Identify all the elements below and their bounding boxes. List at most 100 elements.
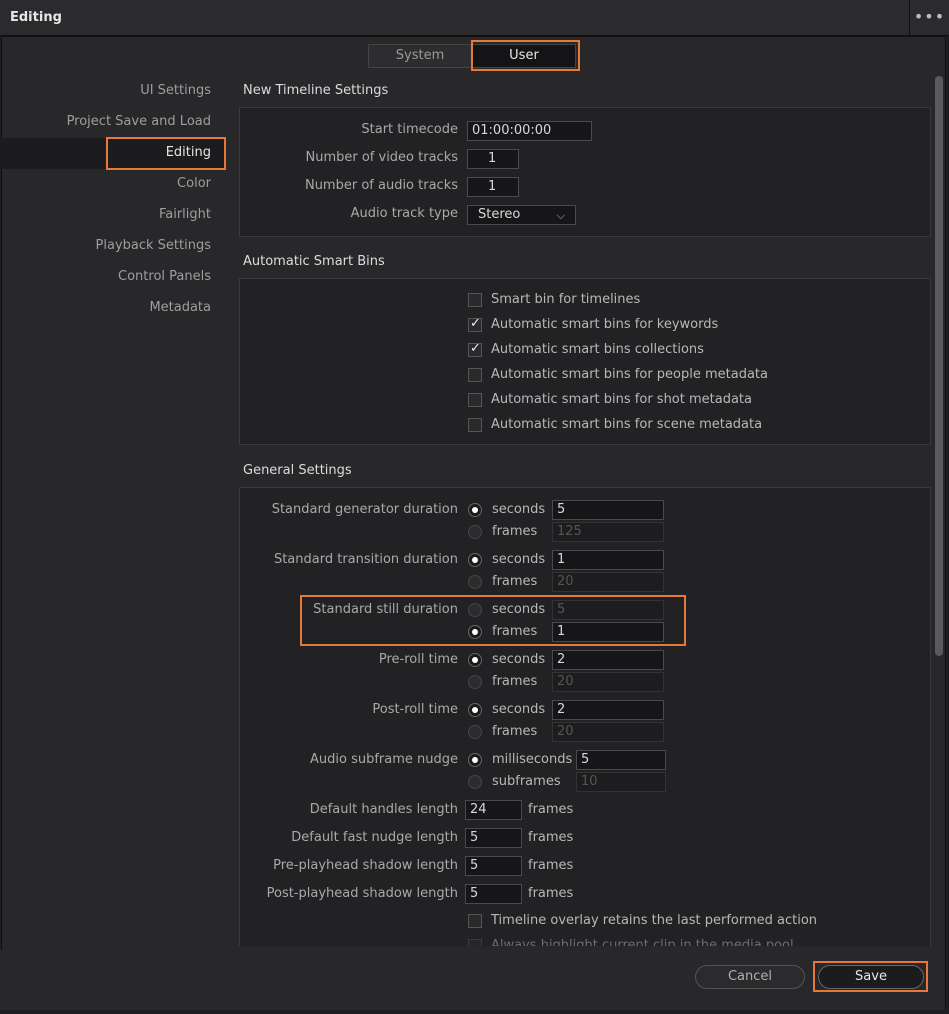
sidebar-item-fairlight[interactable]: Fairlight [0,200,226,231]
highlight-clip-checkbox[interactable] [468,939,482,946]
scrollbar[interactable] [935,76,943,656]
smart-bin-shot-label: Automatic smart bins for shot metadata [491,392,752,407]
generator-frames-radio[interactable] [468,525,482,539]
smart-bin-timelines-checkbox[interactable] [468,293,482,307]
transition-seconds-input[interactable]: 1 [552,550,664,570]
smart-bin-scene-checkbox[interactable] [468,418,482,432]
cancel-button[interactable]: Cancel [695,965,805,989]
sidebar-item-control-panels[interactable]: Control Panels [0,262,226,293]
audio-ms-radio[interactable] [468,753,482,767]
still-seconds-label: seconds [492,602,546,617]
audio-subframes-radio[interactable] [468,775,482,789]
post-playhead-input[interactable]: 5 [465,884,522,904]
postroll-seconds-radio[interactable] [468,703,482,717]
postroll-seconds-input[interactable]: 2 [552,700,664,720]
preroll-seconds-label: seconds [492,652,546,667]
sidebar-item-metadata[interactable]: Metadata [0,293,226,324]
start-timecode-input[interactable]: 01:00:00:00 [467,121,592,141]
preroll-frames-label: frames [492,674,538,689]
audio-tracks-label: Number of audio tracks [304,178,458,193]
save-button[interactable]: Save [818,965,924,989]
generator-seconds-radio[interactable] [468,503,482,517]
preroll-label: Pre-roll time [378,652,458,667]
smart-bin-people-label: Automatic smart bins for people metadata [491,367,768,382]
audio-subframe-label: Audio subframe nudge [309,752,458,767]
postroll-frames-label: frames [492,724,538,739]
postroll-label: Post-roll time [372,702,458,717]
transition-seconds-radio[interactable] [468,553,482,567]
preroll-seconds-input[interactable]: 2 [552,650,664,670]
audio-track-type-label: Audio track type [350,206,458,221]
preroll-seconds-radio[interactable] [468,653,482,667]
pre-playhead-input[interactable]: 5 [465,856,522,876]
pre-playhead-unit: frames [528,858,574,873]
handles-length-unit: frames [528,802,574,817]
postroll-seconds-label: seconds [492,702,546,717]
generator-duration-label: Standard generator duration [271,502,458,517]
fast-nudge-input[interactable]: 5 [465,828,522,848]
settings-content: New Timeline Settings Start timecode 01:… [239,76,931,946]
transition-seconds-label: seconds [492,552,546,567]
tab-system[interactable]: System [368,44,472,68]
chevron-down-icon: ⌵ [556,209,565,222]
transition-duration-label: Standard transition duration [273,552,458,567]
still-duration-label: Standard still duration [313,602,458,617]
highlight-clip-label: Always highlight current clip in the med… [491,938,794,946]
handles-length-input[interactable]: 24 [465,800,522,820]
audio-track-type-select[interactable]: Stereo ⌵ [467,205,576,225]
video-tracks-label: Number of video tracks [305,150,458,165]
smart-bin-shot-checkbox[interactable] [468,393,482,407]
post-playhead-label: Post-playhead shadow length [266,886,458,901]
still-seconds-radio[interactable] [468,603,482,617]
postroll-frames-input[interactable]: 20 [552,722,664,742]
still-frames-radio[interactable] [468,625,482,639]
timeline-overlay-checkbox[interactable] [468,914,482,928]
ellipsis-icon[interactable]: ••• [909,0,949,36]
timeline-overlay-label: Timeline overlay retains the last perfor… [491,913,818,928]
post-playhead-unit: frames [528,886,574,901]
preferences-tabs: System User [368,44,576,68]
smart-bin-scene-label: Automatic smart bins for scene metadata [491,417,763,432]
general-panel: Standard generator duration seconds 5 fr… [239,487,931,946]
transition-frames-label: frames [492,574,538,589]
preroll-frames-input[interactable]: 20 [552,672,664,692]
generator-frames-label: frames [492,524,538,539]
smart-bin-keywords-checkbox[interactable] [468,316,482,332]
audio-tracks-input[interactable]: 1 [467,177,519,197]
smart-bin-collections-checkbox[interactable] [468,341,482,357]
generator-seconds-label: seconds [492,502,546,517]
audio-subframes-input[interactable]: 10 [576,772,666,792]
smart-bin-people-checkbox[interactable] [468,368,482,382]
sidebar-item-ui-settings[interactable]: UI Settings [0,76,226,107]
smart-bins-panel: Smart bin for timelines Automatic smart … [239,278,931,445]
video-tracks-input[interactable]: 1 [467,149,519,169]
still-frames-label: frames [492,624,538,639]
title-bar: Editing ••• [0,0,949,36]
sidebar-item-project-save-and-load[interactable]: Project Save and Load [0,107,226,138]
fast-nudge-unit: frames [528,830,574,845]
start-timecode-label: Start timecode [361,122,458,137]
smart-bin-keywords-label: Automatic smart bins for keywords [491,317,719,332]
sidebar: UI Settings Project Save and Load Editin… [0,76,226,324]
transition-frames-input[interactable]: 20 [552,572,664,592]
sidebar-item-color[interactable]: Color [0,169,226,200]
smart-bin-collections-label: Automatic smart bins collections [491,342,704,357]
sidebar-item-editing[interactable]: Editing [0,138,226,169]
pre-playhead-label: Pre-playhead shadow length [273,858,458,873]
postroll-frames-radio[interactable] [468,725,482,739]
audio-ms-label: milliseconds [492,752,573,767]
tab-user[interactable]: User [472,44,576,68]
audio-ms-input[interactable]: 5 [576,750,666,770]
generator-frames-input[interactable]: 125 [552,522,664,542]
new-timeline-panel: Start timecode 01:00:00:00 Number of vid… [239,107,931,237]
generator-seconds-input[interactable]: 5 [552,500,664,520]
still-seconds-input[interactable]: 5 [552,600,664,620]
transition-frames-radio[interactable] [468,575,482,589]
section-title-new-timeline: New Timeline Settings [243,83,389,98]
preroll-frames-radio[interactable] [468,675,482,689]
sidebar-item-playback-settings[interactable]: Playback Settings [0,231,226,262]
handles-length-label: Default handles length [309,802,458,817]
fast-nudge-label: Default fast nudge length [291,830,458,845]
window-title: Editing [10,10,62,25]
still-frames-input[interactable]: 1 [552,622,664,642]
